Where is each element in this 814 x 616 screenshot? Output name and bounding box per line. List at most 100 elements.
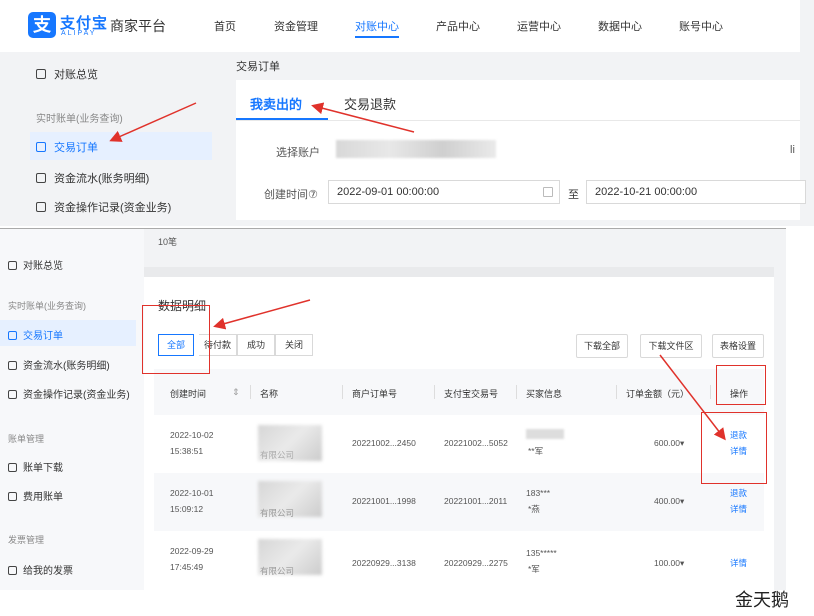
- table-row: 2022-09-29 17:45:49 有限公司 20220929...3138…: [154, 533, 764, 590]
- record-count: 10笔: [158, 237, 178, 247]
- filter-closed-button[interactable]: 关闭: [275, 334, 313, 356]
- divider-strip: [144, 267, 774, 277]
- cell-amount: 400.00▾: [654, 496, 685, 506]
- cell-merchant-order: 20221001...1998: [352, 496, 416, 506]
- orders-icon: [8, 331, 17, 340]
- cell-name-partial: 有限公司: [260, 566, 295, 576]
- nav-reconciliation[interactable]: 对账中心: [355, 18, 399, 34]
- col-name: 名称: [260, 389, 279, 399]
- sidebar-item-fund-ops[interactable]: 资金操作记录(资金业务): [36, 199, 171, 215]
- end-date-value: 2022-10-21 00:00:00: [595, 186, 698, 198]
- detail-link[interactable]: 详情: [730, 501, 747, 517]
- logo-text-en: ALIPAY: [61, 30, 97, 37]
- cell-buyer-account: 135*****: [526, 548, 557, 558]
- filter-success-button[interactable]: 成功: [237, 334, 275, 356]
- cell-amount: 600.00▾: [654, 438, 685, 448]
- cell-time: 15:38:51: [170, 446, 204, 456]
- cell-time: 17:45:49: [170, 562, 204, 572]
- sidebar-item-label: 对账总览: [23, 261, 63, 272]
- column-divider: [516, 385, 517, 399]
- sidebar-item-label: 对账总览: [54, 69, 98, 81]
- refund-link[interactable]: 退款: [730, 485, 747, 501]
- date-to-label: 至: [568, 189, 579, 201]
- download-icon: [8, 463, 17, 472]
- cell-date: 2022-09-29: [170, 546, 214, 556]
- sidebar-item-label: 给我的发票: [23, 566, 73, 577]
- sidebar-item-label: 资金流水(账务明细): [23, 361, 110, 372]
- table-row: 2022-10-01 15:09:12 有限公司 20221001...1998…: [154, 473, 764, 531]
- nav-home[interactable]: 首页: [214, 18, 236, 34]
- sidebar-item-bill-download[interactable]: 账单下载: [8, 459, 63, 474]
- cell-buyer-name: **军: [528, 446, 544, 456]
- cell-trade-no: 20220929...2275: [444, 558, 508, 568]
- account-suffix: li: [790, 144, 795, 156]
- overview-icon: [8, 261, 17, 270]
- nav-operations[interactable]: 运营中心: [517, 18, 561, 34]
- breadcrumb: 交易订单: [236, 61, 280, 73]
- top-navbar: 支 支付宝 ALIPAY 商家平台 首页 资金管理 对账中心 产品中心 运营中心…: [0, 0, 800, 52]
- table-settings-button[interactable]: 表格设置: [712, 334, 764, 358]
- column-divider: [250, 385, 251, 399]
- sidebar-item-fee-bills[interactable]: 费用账单: [8, 488, 63, 503]
- tab-sold[interactable]: 我卖出的: [250, 94, 302, 113]
- tabs-divider: [236, 120, 800, 121]
- sidebar-group-invoices: 发票管理: [8, 535, 45, 545]
- start-date-input[interactable]: 2022-09-01 00:00:00: [328, 180, 560, 204]
- sidebar-item-label: 资金操作记录(资金业务): [23, 390, 130, 401]
- nav-funds[interactable]: 资金管理: [274, 18, 318, 34]
- flow-icon: [8, 361, 17, 370]
- annotation-box-actions-header: [716, 365, 766, 405]
- table-row: 2022-10-02 15:38:51 有限公司 20221002...2450…: [154, 415, 764, 473]
- account-select[interactable]: [336, 140, 496, 158]
- tab-refunds[interactable]: 交易退款: [344, 94, 396, 113]
- sidebar-item-trade-orders[interactable]: 交易订单: [8, 327, 63, 342]
- sidebar-item-label: 费用账单: [23, 492, 63, 503]
- sidebar-item-overview[interactable]: 对账总览: [8, 257, 63, 272]
- cell-name-partial: 有限公司: [260, 508, 295, 518]
- col-amount: 订单金额（元）: [626, 389, 690, 399]
- annotation-box-refund: [701, 412, 767, 484]
- nav-active-indicator: [355, 36, 399, 38]
- sidebar-item-fund-flow[interactable]: 资金流水(账务明细): [36, 170, 149, 186]
- sort-icon[interactable]: ⇕: [232, 387, 240, 398]
- nav-products[interactable]: 产品中心: [436, 18, 480, 34]
- annotation-box-filter: [142, 305, 210, 374]
- bottom-screenshot: 对账总览 实时账单(业务查询) 交易订单 资金流水(账务明细) 资金操作记录(资…: [0, 228, 786, 590]
- cell-trade-no: 20221002...5052: [444, 438, 508, 448]
- sidebar-item-my-invoices[interactable]: 给我的发票: [8, 562, 73, 577]
- flow-icon: [36, 173, 46, 183]
- download-files-button[interactable]: 下载文件区: [640, 334, 702, 358]
- orders-icon: [36, 142, 46, 152]
- cell-merchant-order: 20220929...3138: [352, 558, 416, 568]
- nav-account[interactable]: 账号中心: [679, 18, 723, 34]
- detail-link[interactable]: 详情: [730, 555, 747, 571]
- site-title: 商家平台: [110, 18, 166, 34]
- account-label: 选择账户: [276, 147, 320, 159]
- sidebar-item-label: 资金流水(账务明细): [54, 173, 150, 185]
- column-divider: [342, 385, 343, 399]
- cell-buyer-name: *军: [528, 564, 540, 574]
- sidebar-item-label: 账单下载: [23, 463, 63, 474]
- download-all-button[interactable]: 下载全部: [576, 334, 628, 358]
- end-date-input[interactable]: 2022-10-21 00:00:00: [586, 180, 806, 204]
- col-alipay-trade: 支付宝交易号: [444, 389, 499, 399]
- invoice-icon: [8, 566, 17, 575]
- sidebar-item-overview[interactable]: 对账总览: [36, 66, 98, 82]
- overview-icon: [36, 69, 46, 79]
- nav-data[interactable]: 数据中心: [598, 18, 642, 34]
- col-created-time[interactable]: 创建时间: [170, 387, 206, 400]
- sidebar-item-label: 资金操作记录(资金业务): [54, 202, 172, 214]
- table-header: 创建时间 ⇕ 名称 商户订单号 支付宝交易号 买家信息 订单金额（元） 操作: [154, 369, 764, 415]
- top-sidebar: 对账总览 实时账单(业务查询) 交易订单 资金流水(账务明细) 资金操作记录(资…: [22, 52, 216, 226]
- cell-buyer-account: 183***: [526, 488, 551, 498]
- calendar-icon: [543, 187, 553, 197]
- data-detail-card: 数据明细 全部 待付款 成功 关闭 下载全部 下载文件区 表格设置 创建时间 ⇕…: [144, 277, 774, 590]
- cell-time: 15:09:12: [170, 504, 204, 514]
- col-merchant-order: 商户订单号: [352, 389, 398, 399]
- sidebar-item-trade-orders[interactable]: 交易订单: [36, 139, 98, 155]
- sidebar-item-fund-flow[interactable]: 资金流水(账务明细): [8, 357, 110, 372]
- sidebar-group-realtime: 实时账单(业务查询): [36, 114, 123, 125]
- sidebar-item-fund-ops[interactable]: 资金操作记录(资金业务): [8, 386, 130, 401]
- cell-buyer-name: *燕: [528, 504, 540, 514]
- sidebar-item-label: 交易订单: [23, 331, 63, 342]
